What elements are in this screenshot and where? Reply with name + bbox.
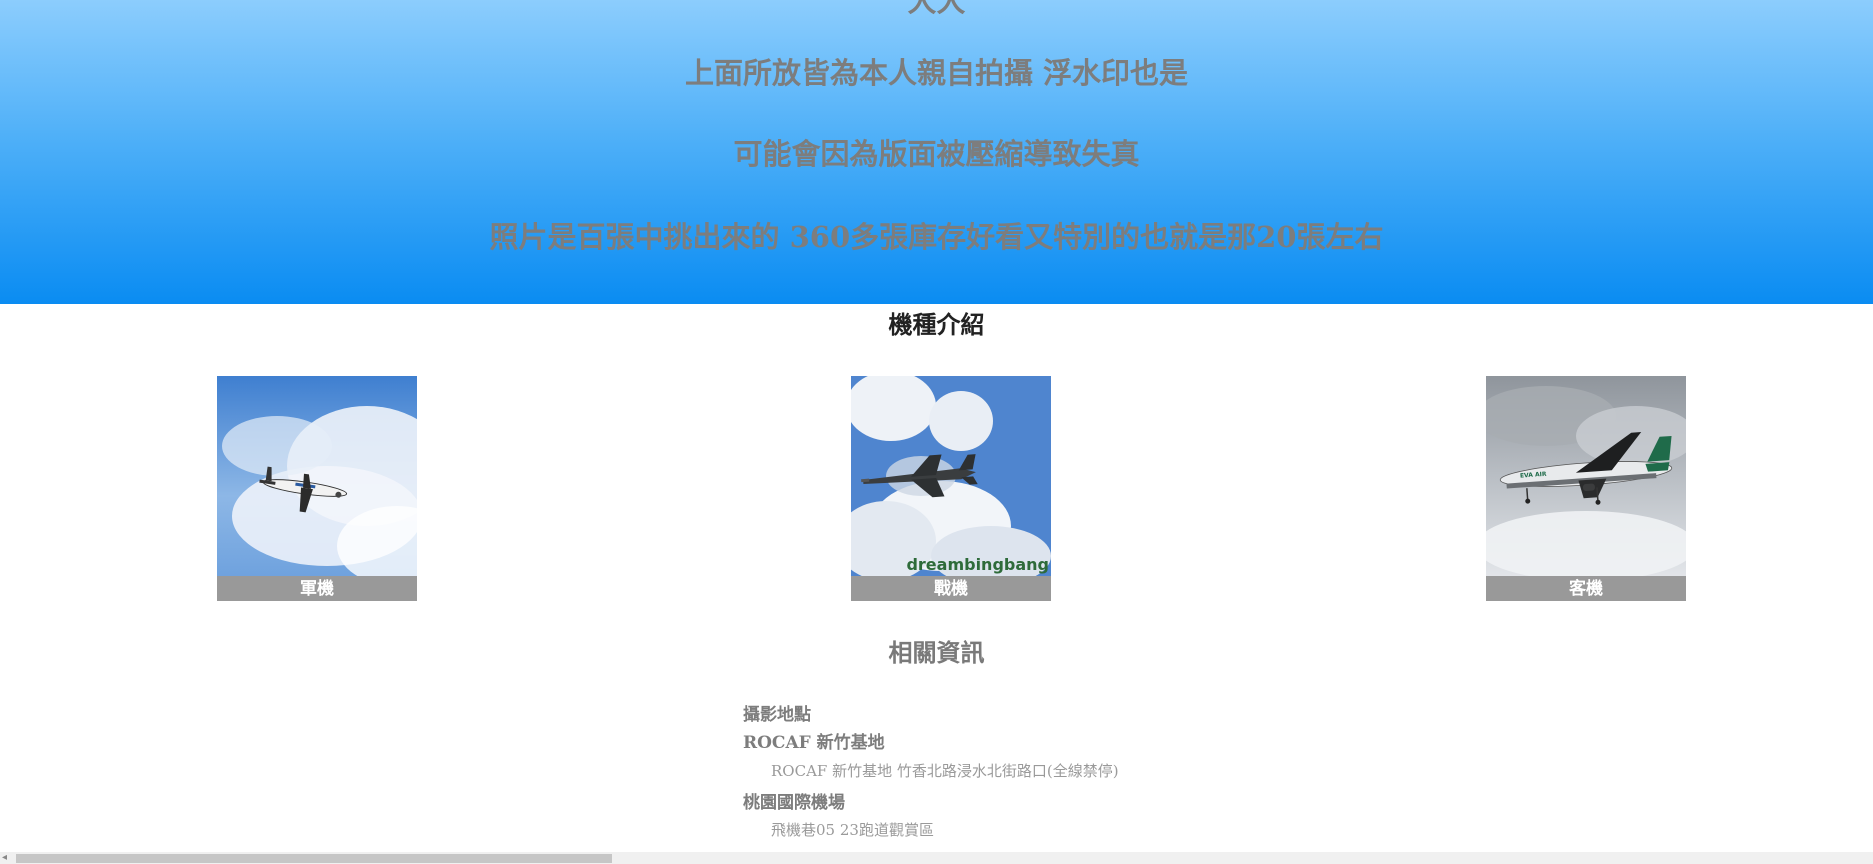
location-detail: ROCAF 新竹基地 竹香北路浸水北街路口(全線禁停): [771, 762, 1119, 780]
location-name: ROCAF 新竹基地: [743, 733, 885, 753]
card-fighter-aircraft[interactable]: dreambingbang 戰機: [851, 376, 1051, 601]
hero-line-2: 可能會因為版面被壓縮導致失真: [733, 137, 1140, 171]
passenger-aircraft-photo[interactable]: EVA AIR: [1486, 376, 1686, 576]
card-caption-fighter[interactable]: 戰機: [851, 576, 1051, 601]
hero-banner: 大大 上面所放皆為本人親自拍攝 浮水印也是 可能會因為版面被壓縮導致失真 照片是…: [0, 0, 1873, 304]
hero-line-3: 照片是百張中挑出來的 360多張庫存好看又特別的也就是那20張左右: [489, 220, 1384, 254]
photo-locations-heading: 攝影地點: [743, 705, 811, 725]
military-aircraft-photo[interactable]: [217, 376, 417, 576]
hero-clipped-text: 大大: [907, 0, 966, 18]
horizontal-scrollbar[interactable]: ◂: [0, 852, 1873, 864]
card-caption-passenger[interactable]: 客機: [1486, 576, 1686, 601]
section-title-related-info: 相關資訊: [888, 639, 985, 667]
location-name: 桃園國際機場: [743, 793, 845, 813]
card-caption-military[interactable]: 軍機: [217, 576, 417, 601]
location-detail: 飛機巷05 23跑道觀賞區: [771, 821, 934, 839]
scrollbar-thumb[interactable]: [16, 854, 612, 863]
fighter-aircraft-photo[interactable]: dreambingbang: [851, 376, 1051, 576]
card-military-aircraft[interactable]: 軍機: [217, 376, 417, 601]
scroll-left-arrow-icon[interactable]: ◂: [2, 852, 14, 864]
watermark-text: dreambingbang: [906, 555, 1049, 574]
section-title-aircraft-types: 機種介紹: [888, 311, 985, 339]
hero-line-1: 上面所放皆為本人親自拍攝 浮水印也是: [684, 56, 1189, 90]
card-passenger-aircraft[interactable]: EVA AIR 客機: [1486, 376, 1686, 601]
